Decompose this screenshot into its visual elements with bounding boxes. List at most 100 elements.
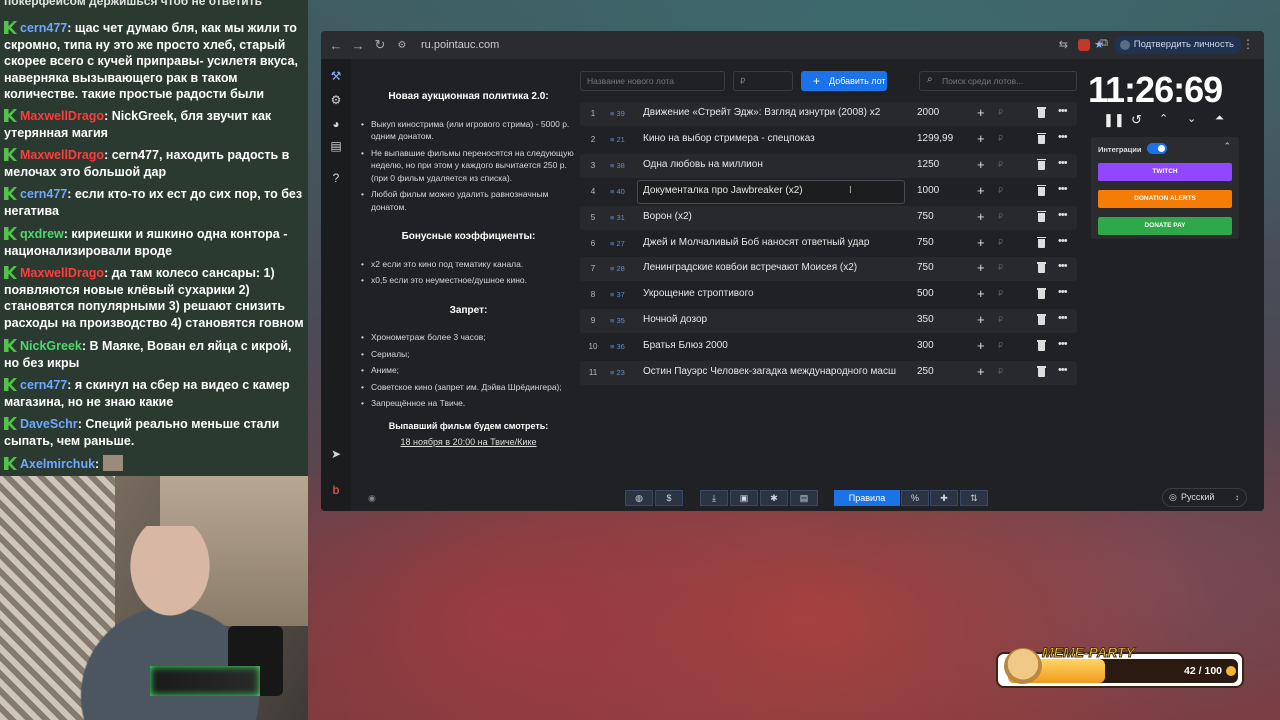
lot-amount[interactable]: 500 <box>917 288 934 299</box>
delete-icon[interactable] <box>1037 158 1046 170</box>
language-select[interactable]: Русский <box>1162 488 1247 507</box>
delete-icon[interactable] <box>1037 262 1046 274</box>
twitch-button[interactable]: TWITCH <box>1098 163 1232 181</box>
bug-icon[interactable]: ✱ <box>760 490 788 506</box>
delete-icon[interactable] <box>1037 314 1046 326</box>
lot-name[interactable]: Документалка про Jawbreaker (x2) <box>643 185 901 196</box>
visibility-icon[interactable]: ◉ <box>368 493 376 504</box>
lot-amount[interactable]: 750 <box>917 211 934 222</box>
ruble-icon[interactable]: ₽ <box>998 186 1003 195</box>
pause-icon[interactable]: ❚❚ <box>1103 112 1125 128</box>
ruble-icon[interactable]: ₽ <box>998 315 1003 324</box>
add-amount-icon[interactable]: + <box>977 209 985 224</box>
chat-username[interactable]: Axelmirchuk <box>20 457 95 471</box>
lot-name[interactable]: Одна любовь на миллион <box>643 159 901 170</box>
lot-name[interactable]: Джей и Молчаливый Боб наносят ответный у… <box>643 237 901 248</box>
reload-icon[interactable]: ↻ <box>369 37 391 53</box>
ruble-icon[interactable]: ₽ <box>998 134 1003 143</box>
more-icon[interactable]: ••• <box>1058 235 1068 247</box>
delete-icon[interactable] <box>1037 288 1046 300</box>
delete-icon[interactable] <box>1037 107 1046 118</box>
history-icon[interactable]: ▤ <box>329 139 343 153</box>
more-icon[interactable]: ••• <box>1058 260 1068 272</box>
lot-amount[interactable]: 1250 <box>917 159 939 170</box>
more-icon[interactable]: ••• <box>1058 286 1068 298</box>
site-info-icon[interactable]: ⚙ <box>391 40 413 51</box>
delete-icon[interactable] <box>1037 366 1046 377</box>
chat-username[interactable]: cern477 <box>20 187 67 201</box>
add-amount-icon[interactable]: + <box>977 131 985 146</box>
chat-username[interactable]: MaxwellDrago <box>20 266 104 280</box>
ruble-icon[interactable]: ₽ <box>998 212 1003 221</box>
watch-link[interactable]: 18 ноября в 20:00 на Твиче/Кике <box>361 436 576 449</box>
save-icon[interactable]: ▣ <box>730 490 758 506</box>
split-icon[interactable]: ✚ <box>930 490 958 506</box>
settings-icon[interactable]: ⚙ <box>329 93 343 107</box>
rules-button[interactable]: Правила <box>834 490 900 506</box>
help-icon[interactable]: ? <box>329 171 343 185</box>
auction-icon[interactable]: ⚒ <box>329 69 343 83</box>
lot-amount[interactable]: 2000 <box>917 107 939 118</box>
chat-username[interactable]: MaxwellDrago <box>20 109 104 123</box>
ruble-icon[interactable]: ₽ <box>998 108 1003 117</box>
more-icon[interactable]: ••• <box>1058 209 1068 221</box>
translate-icon[interactable]: ⇆ <box>1059 38 1068 51</box>
github-icon[interactable]: ◍ <box>625 490 653 506</box>
lot-name[interactable]: Братья Блюз 2000 <box>643 340 901 351</box>
menu-icon[interactable]: ⋮ <box>1242 37 1254 51</box>
add-amount-icon[interactable]: + <box>977 260 985 275</box>
donation-alerts-button[interactable]: DONATION ALERTS <box>1098 190 1232 208</box>
lot-amount[interactable]: 750 <box>917 237 934 248</box>
lot-name-input[interactable]: Название нового лота <box>580 71 725 91</box>
lot-amount[interactable]: 750 <box>917 262 934 273</box>
adblock-icon[interactable] <box>1078 39 1090 51</box>
wheel-icon[interactable]: ◕ <box>329 117 343 131</box>
increase-icon[interactable]: ⌃ <box>1159 112 1168 125</box>
lot-name[interactable]: Ворон (x2) <box>643 211 901 222</box>
chat-username[interactable]: NickGreek <box>20 339 82 353</box>
percent-icon[interactable]: % <box>901 490 929 506</box>
ruble-icon[interactable]: ₽ <box>998 238 1003 247</box>
ruble-icon[interactable]: ₽ <box>998 367 1003 376</box>
more-icon[interactable]: ••• <box>1058 338 1068 350</box>
add-amount-icon[interactable]: + <box>977 235 985 250</box>
ruble-icon[interactable]: ₽ <box>998 160 1003 169</box>
more-icon[interactable]: ••• <box>1058 157 1068 169</box>
lot-amount[interactable]: 300 <box>917 340 934 351</box>
chat-username[interactable]: cern477 <box>20 21 67 35</box>
reset-icon[interactable]: ↺ <box>1131 112 1142 128</box>
more-icon[interactable]: ••• <box>1058 312 1068 324</box>
delete-icon[interactable] <box>1037 184 1046 196</box>
amount-input[interactable]: ₽ <box>733 71 793 91</box>
boosty-icon[interactable]: b <box>329 483 343 497</box>
more-icon[interactable]: ••• <box>1058 105 1068 117</box>
back-icon[interactable]: ← <box>325 38 347 53</box>
ruble-icon[interactable]: ₽ <box>998 341 1003 350</box>
chat-username[interactable]: cern477 <box>20 378 67 392</box>
lot-amount[interactable]: 350 <box>917 314 934 325</box>
ruble-icon[interactable]: ₽ <box>998 289 1003 298</box>
delete-icon[interactable] <box>1037 210 1046 222</box>
integrations-toggle[interactable] <box>1147 143 1167 154</box>
decrease-icon[interactable]: ⌄ <box>1187 112 1196 125</box>
ruble-icon[interactable]: ₽ <box>998 263 1003 272</box>
import-icon[interactable]: ▤ <box>790 490 818 506</box>
lot-name[interactable]: Движение «Стрейт Эдж»: Взгляд изнутри (2… <box>643 107 901 118</box>
donate-icon[interactable]: $ <box>655 490 683 506</box>
search-input[interactable]: Поиск среди лотов... <box>919 71 1077 91</box>
extensions-icon[interactable]: ⧉ <box>1100 37 1108 50</box>
address-bar[interactable]: ru.pointauc.com <box>421 39 499 51</box>
lot-name[interactable]: Остин Пауэрс Человек-загадка международн… <box>643 366 901 377</box>
lot-name[interactable]: Кино на выбор стримера - спецпоказ <box>643 133 901 144</box>
delete-icon[interactable] <box>1037 340 1046 352</box>
lot-amount[interactable]: 250 <box>917 366 934 377</box>
more-icon[interactable]: ••• <box>1058 131 1068 143</box>
more-icon[interactable]: ••• <box>1058 183 1068 195</box>
verify-identity-button[interactable]: Подтвердить личность <box>1113 36 1242 54</box>
add-amount-icon[interactable]: + <box>977 157 985 172</box>
add-lot-button[interactable]: Добавить лот <box>801 71 887 91</box>
double-increase-icon[interactable]: ⏶ <box>1215 112 1224 125</box>
lot-amount[interactable]: 1000 <box>917 185 939 196</box>
lot-amount[interactable]: 1299,99 <box>917 133 953 144</box>
chat-username[interactable]: DaveSchr <box>20 417 78 431</box>
